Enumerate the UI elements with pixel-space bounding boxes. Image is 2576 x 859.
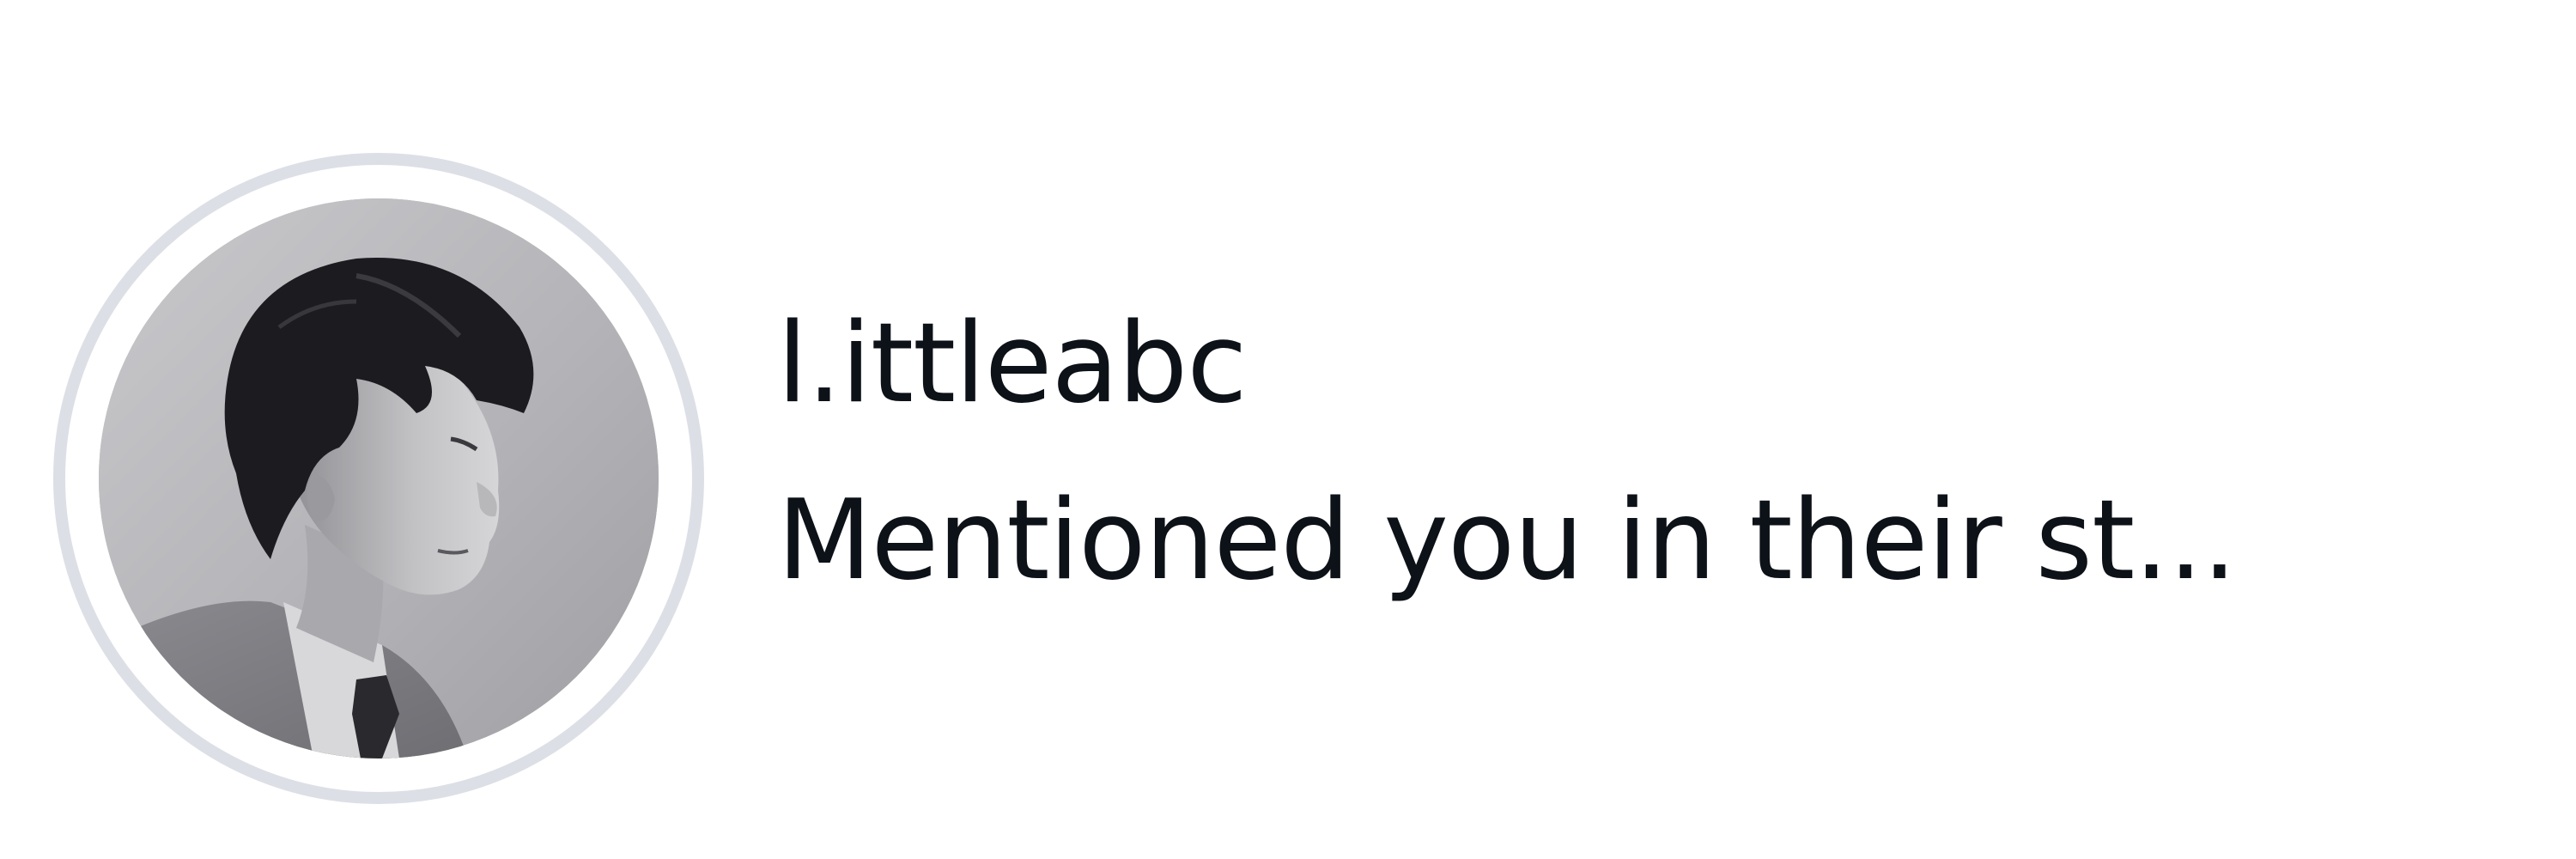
mention-notification-row[interactable]: l.ittleabc Mentioned you in their st... [0, 0, 2576, 859]
notification-screen: l.ittleabc Mentioned you in their st... [0, 0, 2576, 859]
profile-photo [99, 198, 659, 758]
notification-message: Mentioned you in their st... [777, 477, 2237, 605]
avatar[interactable] [99, 198, 659, 758]
username[interactable]: l.ittleabc [777, 309, 2546, 419]
notification-text: l.ittleabc Mentioned you in their st... [777, 309, 2546, 596]
